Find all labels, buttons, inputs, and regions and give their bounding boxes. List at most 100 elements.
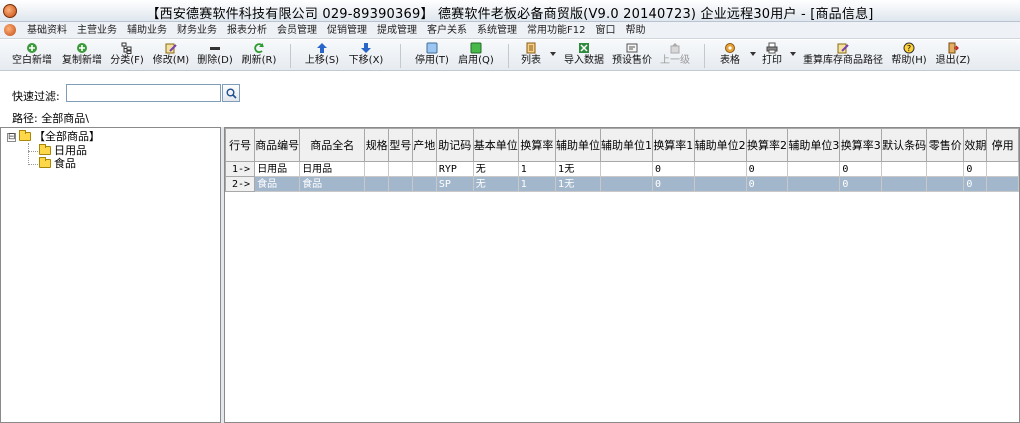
table-cell[interactable]: RYP bbox=[435, 161, 474, 177]
table-cell[interactable] bbox=[986, 161, 1019, 177]
table-cell[interactable]: 日用品 bbox=[299, 161, 366, 177]
table-cell[interactable] bbox=[881, 161, 928, 177]
table-cell[interactable]: 1无 bbox=[554, 176, 601, 192]
preset-price-button[interactable]: 预设售价 bbox=[610, 41, 654, 70]
col-default-barcode[interactable]: 默认条码 bbox=[881, 128, 928, 162]
refresh-button[interactable]: 刷新(R) bbox=[240, 41, 278, 70]
menu-help[interactable]: 帮助 bbox=[620, 24, 650, 37]
parent-level-button[interactable]: 上一级 bbox=[656, 41, 694, 70]
table-cell[interactable] bbox=[881, 176, 928, 192]
col-aux-unit-3[interactable]: 辅助单位3 bbox=[787, 128, 841, 162]
row-number-cell[interactable]: 2-> bbox=[225, 176, 256, 192]
help-button[interactable]: ? 帮助(H) bbox=[890, 41, 928, 70]
col-aux-unit-1[interactable]: 辅助单位1 bbox=[599, 128, 653, 162]
import-data-button[interactable]: 导入数据 bbox=[562, 41, 606, 70]
table-cell[interactable]: 食品 bbox=[254, 176, 301, 192]
table-cell[interactable] bbox=[693, 161, 747, 177]
list-button[interactable]: 列表 bbox=[518, 41, 544, 70]
table-cell[interactable]: 0 bbox=[963, 176, 988, 192]
table-cell[interactable] bbox=[364, 161, 390, 177]
row-number-cell[interactable]: 1-> bbox=[225, 161, 256, 177]
menu-reports[interactable]: 报表分析 bbox=[222, 24, 272, 37]
menu-aux-business[interactable]: 辅助业务 bbox=[122, 24, 172, 37]
col-origin[interactable]: 产地 bbox=[411, 128, 437, 162]
tree-node-all-products[interactable]: 【全部商品】 bbox=[19, 130, 100, 144]
table-cell[interactable] bbox=[599, 176, 653, 192]
tree-node-food[interactable]: 食品 bbox=[39, 157, 76, 171]
table-row[interactable]: 2-> 食品 食品 SP 无 1 1无 0 0 0 0 bbox=[225, 176, 1019, 192]
tree-collapse-toggle[interactable]: ⊟ bbox=[7, 133, 16, 142]
table-cell[interactable] bbox=[411, 176, 437, 192]
col-mnemonic[interactable]: 助记码 bbox=[435, 128, 474, 162]
col-product-name[interactable]: 商品全名 bbox=[299, 128, 366, 162]
new-blank-button[interactable]: 空白新增 bbox=[10, 41, 54, 70]
menu-commission[interactable]: 提成管理 bbox=[372, 24, 422, 37]
col-model[interactable]: 型号 bbox=[388, 128, 413, 162]
print-button[interactable]: 打印 bbox=[758, 41, 786, 70]
table-cell[interactable] bbox=[926, 176, 965, 192]
col-aux-unit-2[interactable]: 辅助单位2 bbox=[693, 128, 747, 162]
table-cell[interactable] bbox=[693, 176, 747, 192]
table-cell[interactable]: 0 bbox=[963, 161, 988, 177]
move-down-button[interactable]: 下移(X) bbox=[346, 41, 386, 70]
table-cell[interactable]: 无 bbox=[472, 161, 519, 177]
col-shelf-life[interactable]: 效期 bbox=[963, 128, 988, 162]
tree-node-daily-goods[interactable]: 日用品 bbox=[39, 144, 87, 158]
table-cell[interactable] bbox=[787, 176, 841, 192]
table-cell[interactable] bbox=[364, 176, 390, 192]
table-cell[interactable]: 1无 bbox=[554, 161, 601, 177]
search-button[interactable] bbox=[222, 84, 240, 102]
menu-crm[interactable]: 客户关系 bbox=[422, 24, 472, 37]
table-cell[interactable]: 1 bbox=[517, 161, 556, 177]
col-base-unit[interactable]: 基本单位 bbox=[472, 128, 519, 162]
table-button[interactable]: 表格 bbox=[716, 41, 744, 70]
col-conversion-rate-2[interactable]: 换算率2 bbox=[745, 128, 789, 162]
table-cell[interactable]: 0 bbox=[839, 161, 883, 177]
col-conversion-rate[interactable]: 换算率 bbox=[517, 128, 556, 162]
move-up-button[interactable]: 上移(S) bbox=[302, 41, 342, 70]
enable-button[interactable]: 启用(Q) bbox=[456, 41, 496, 70]
table-cell[interactable]: 1 bbox=[517, 176, 556, 192]
disable-button[interactable]: 停用(T) bbox=[412, 41, 452, 70]
col-disabled[interactable]: 停用 bbox=[986, 128, 1019, 162]
table-cell[interactable]: 0 bbox=[745, 161, 789, 177]
col-conversion-rate-3[interactable]: 换算率3 bbox=[839, 128, 883, 162]
recalc-path-button[interactable]: 重算库存商品路径 bbox=[802, 41, 884, 70]
table-cell[interactable] bbox=[411, 161, 437, 177]
col-conversion-rate-1[interactable]: 换算率1 bbox=[651, 128, 695, 162]
table-dropdown-arrow[interactable] bbox=[750, 52, 756, 56]
category-button[interactable]: 分类(F) bbox=[108, 41, 146, 70]
list-dropdown-arrow[interactable] bbox=[550, 52, 556, 56]
delete-button[interactable]: 删除(D) bbox=[196, 41, 234, 70]
table-cell[interactable]: 无 bbox=[472, 176, 519, 192]
col-row-number[interactable]: 行号 bbox=[225, 128, 256, 162]
menu-finance[interactable]: 财务业务 bbox=[172, 24, 222, 37]
table-cell[interactable] bbox=[986, 176, 1019, 192]
exit-button[interactable]: 退出(Z) bbox=[934, 41, 972, 70]
table-cell[interactable]: 0 bbox=[839, 176, 883, 192]
menu-promotions[interactable]: 促销管理 bbox=[322, 24, 372, 37]
table-cell[interactable] bbox=[388, 176, 413, 192]
table-cell[interactable] bbox=[599, 161, 653, 177]
quick-filter-input[interactable] bbox=[66, 84, 221, 102]
table-cell[interactable] bbox=[388, 161, 413, 177]
table-cell[interactable]: 日用品 bbox=[254, 161, 301, 177]
table-cell[interactable]: 0 bbox=[651, 161, 695, 177]
col-retail-price[interactable]: 零售价 bbox=[926, 128, 965, 162]
table-cell[interactable]: 0 bbox=[745, 176, 789, 192]
table-cell[interactable] bbox=[926, 161, 965, 177]
copy-new-button[interactable]: 复制新增 bbox=[60, 41, 104, 70]
col-spec[interactable]: 规格 bbox=[364, 128, 390, 162]
menu-common-functions[interactable]: 常用功能F12 bbox=[522, 24, 590, 37]
menu-main-business[interactable]: 主营业务 bbox=[72, 24, 122, 37]
table-cell[interactable] bbox=[787, 161, 841, 177]
col-aux-unit[interactable]: 辅助单位 bbox=[554, 128, 601, 162]
print-dropdown-arrow[interactable] bbox=[790, 52, 796, 56]
table-cell[interactable]: 食品 bbox=[299, 176, 366, 192]
table-cell[interactable]: SP bbox=[435, 176, 474, 192]
menu-members[interactable]: 会员管理 bbox=[272, 24, 322, 37]
table-cell[interactable]: 0 bbox=[651, 176, 695, 192]
modify-button[interactable]: 修改(M) bbox=[152, 41, 190, 70]
table-row[interactable]: 1-> 日用品 日用品 RYP 无 1 1无 0 0 0 0 bbox=[225, 161, 1019, 177]
menu-window[interactable]: 窗口 bbox=[590, 24, 620, 37]
